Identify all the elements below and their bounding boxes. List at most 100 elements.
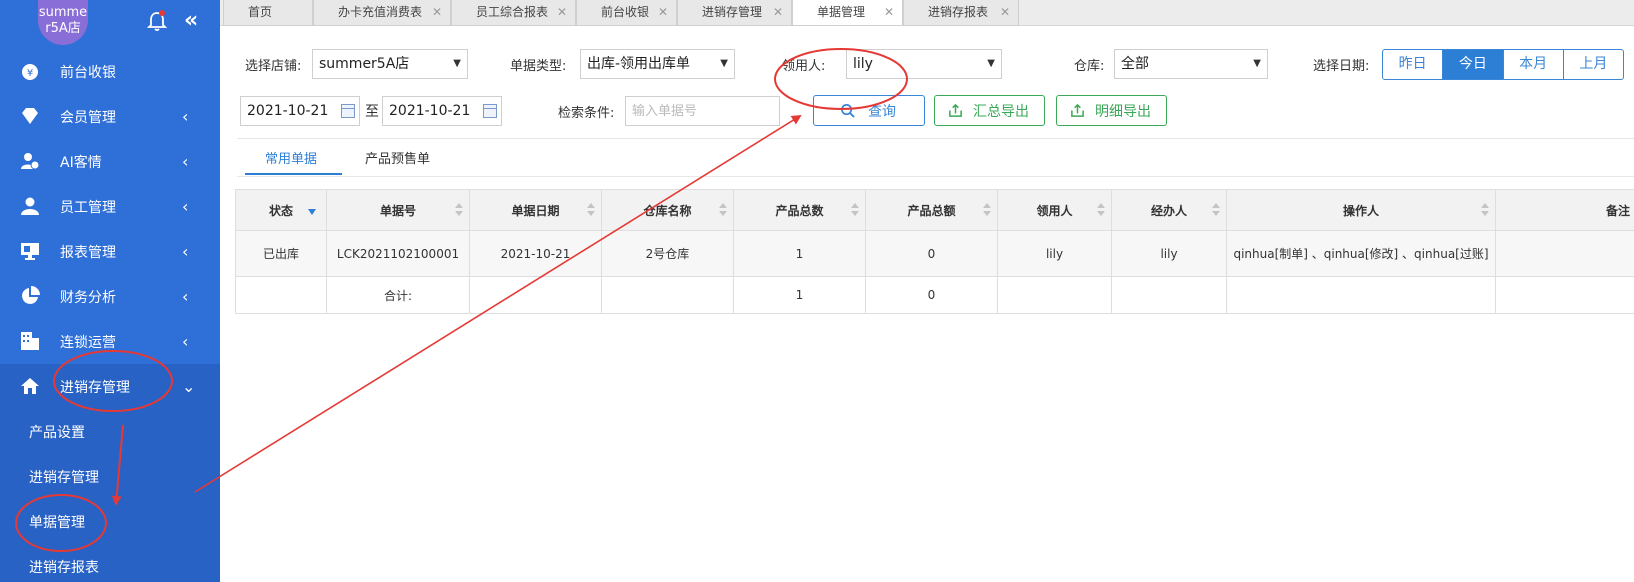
caret-down-icon: ▼	[987, 58, 995, 69]
sort-icon[interactable]	[719, 203, 727, 217]
monitor-icon	[21, 243, 39, 260]
column-header-handler[interactable]: 经办人	[1111, 189, 1227, 231]
building-icon	[21, 332, 39, 350]
column-header-label: 产品总额	[907, 203, 956, 218]
close-icon[interactable]: ✕	[658, 0, 668, 25]
column-header-remark[interactable]: 备注	[1495, 189, 1634, 231]
close-icon[interactable]: ✕	[557, 0, 567, 25]
menu-item-ai[interactable]: AI客情 ‹	[0, 139, 220, 184]
menu-label: 会员管理	[60, 109, 116, 126]
sort-icon[interactable]	[455, 203, 463, 217]
tab-cashier[interactable]: 前台收银 ✕	[576, 0, 677, 26]
date-to-field[interactable]: 2021-10-21	[382, 96, 502, 126]
sort-icon[interactable]	[983, 203, 991, 217]
total-cell	[601, 276, 734, 314]
menu-item-reports[interactable]: 报表管理 ‹	[0, 229, 220, 274]
date-option-today[interactable]: 今日	[1443, 50, 1504, 79]
total-label: 合计:	[326, 276, 470, 314]
cell-status: 已出库	[235, 230, 327, 277]
date-option-this-month[interactable]: 本月	[1504, 50, 1564, 79]
tab-card-recharge-report[interactable]: 办卡充值消费表 ✕	[313, 0, 451, 26]
detail-export-button[interactable]: 明细导出	[1056, 95, 1167, 126]
subtab-common-documents[interactable]: 常用单据	[265, 148, 317, 167]
menu-item-inventory[interactable]: 进销存管理 ⌄	[0, 364, 220, 409]
store-select[interactable]: summer5A店 ▼	[312, 49, 468, 79]
date-option-last-month[interactable]: 上月	[1564, 50, 1623, 79]
menu-label: 员工管理	[60, 199, 116, 216]
column-header-product-count[interactable]: 产品总数	[733, 189, 866, 231]
warehouse-select[interactable]: 全部 ▼	[1114, 49, 1268, 79]
search-label: 检索条件:	[558, 106, 615, 121]
table-row[interactable]: 已出库 LCK2021102100001 2021-10-21 2号仓库 1 0…	[235, 230, 1634, 277]
notification-dot	[159, 10, 165, 16]
warehouse-label: 仓库:	[1074, 59, 1105, 74]
submenu-item-document-management[interactable]: 单据管理	[0, 499, 220, 544]
chevron-left-icon: ‹	[182, 152, 189, 171]
store-avatar[interactable]: summe r5A店	[38, 0, 88, 45]
tab-staff-report[interactable]: 员工综合报表 ✕	[451, 0, 576, 26]
doc-type-select[interactable]: 出库-领用出库单 ▼	[580, 49, 735, 79]
total-cell	[1226, 276, 1496, 314]
close-icon[interactable]: ✕	[1000, 0, 1010, 25]
menu-label: 报表管理	[60, 244, 116, 261]
submenu-label: 产品设置	[29, 424, 85, 441]
column-header-warehouse[interactable]: 仓库名称	[601, 189, 734, 231]
search-icon	[841, 104, 855, 118]
column-header-operator[interactable]: 操作人	[1226, 189, 1496, 231]
tab-bar: 首页 办卡充值消费表 ✕ 员工综合报表 ✕ 前台收银 ✕ 进销存管理 ✕ 单据管…	[220, 0, 1634, 26]
tab-inventory-management[interactable]: 进销存管理 ✕	[677, 0, 792, 26]
menu-item-chain[interactable]: 连锁运营 ‹	[0, 319, 220, 364]
submenu-item-inventory-report[interactable]: 进销存报表	[0, 544, 220, 582]
summary-export-button[interactable]: 汇总导出	[934, 95, 1045, 126]
sidebar: summe r5A店 « ¥ 前台收银 会员管理 ‹ AI客情 ‹ 员工管理 ‹…	[0, 0, 220, 582]
tab-label: 前台收银	[601, 5, 650, 19]
doc-type-select-value: 出库-领用出库单	[587, 56, 691, 72]
sort-icon[interactable]	[1097, 203, 1105, 217]
tab-home[interactable]: 首页	[223, 0, 313, 26]
date-from-field[interactable]: 2021-10-21	[240, 96, 360, 126]
menu-item-cashier[interactable]: ¥ 前台收银	[0, 49, 220, 94]
column-header-label: 操作人	[1342, 203, 1379, 218]
store-label: 选择店铺:	[245, 59, 302, 74]
menu-item-staff[interactable]: 员工管理 ‹	[0, 184, 220, 229]
tab-inventory-report[interactable]: 进销存报表 ✕	[903, 0, 1019, 26]
sort-icon[interactable]	[851, 203, 859, 217]
total-cell	[997, 276, 1112, 314]
cell-handler: lily	[1111, 230, 1227, 277]
total-cell	[1111, 276, 1227, 314]
menu-item-finance[interactable]: 财务分析 ‹	[0, 274, 220, 319]
column-header-label: 单据号	[379, 203, 416, 218]
query-button[interactable]: 查询	[813, 95, 925, 126]
menu-label: 连锁运营	[60, 334, 116, 351]
close-icon[interactable]: ✕	[432, 0, 442, 25]
receiver-select[interactable]: lily ▼	[846, 49, 1002, 79]
sort-icon[interactable]	[1481, 203, 1489, 217]
document-number-input[interactable]	[625, 96, 780, 126]
date-from-value: 2021-10-21	[247, 103, 329, 119]
column-header-label: 备注	[1605, 203, 1630, 218]
column-header-doc-number[interactable]: 单据号	[326, 189, 470, 231]
close-icon[interactable]: ✕	[884, 0, 894, 25]
menu-item-member[interactable]: 会员管理 ‹	[0, 94, 220, 139]
user-icon	[21, 197, 39, 215]
close-icon[interactable]: ✕	[773, 0, 783, 25]
sort-icon[interactable]	[587, 203, 595, 217]
column-header-status[interactable]: 状态	[235, 189, 327, 231]
column-header-doc-date[interactable]: 单据日期	[469, 189, 602, 231]
divider	[237, 138, 1634, 139]
column-header-receiver[interactable]: 领用人	[997, 189, 1112, 231]
date-option-yesterday[interactable]: 昨日	[1383, 50, 1444, 79]
submenu-item-product-settings[interactable]: 产品设置	[0, 409, 220, 454]
tab-label: 进销存管理	[702, 5, 763, 19]
column-header-product-amount[interactable]: 产品总额	[865, 189, 998, 231]
home-icon	[21, 378, 39, 394]
sort-desc-icon[interactable]	[308, 209, 316, 215]
sort-icon[interactable]	[1212, 203, 1220, 217]
submenu-item-inventory-management[interactable]: 进销存管理	[0, 454, 220, 499]
calendar-icon[interactable]	[341, 104, 355, 118]
calendar-icon[interactable]	[483, 104, 497, 118]
active-subtab-indicator	[245, 173, 342, 175]
subtab-presale-documents[interactable]: 产品预售单	[365, 148, 430, 167]
tab-document-management[interactable]: 单据管理 ✕	[792, 0, 903, 26]
collapse-sidebar-icon[interactable]: «	[184, 9, 198, 33]
